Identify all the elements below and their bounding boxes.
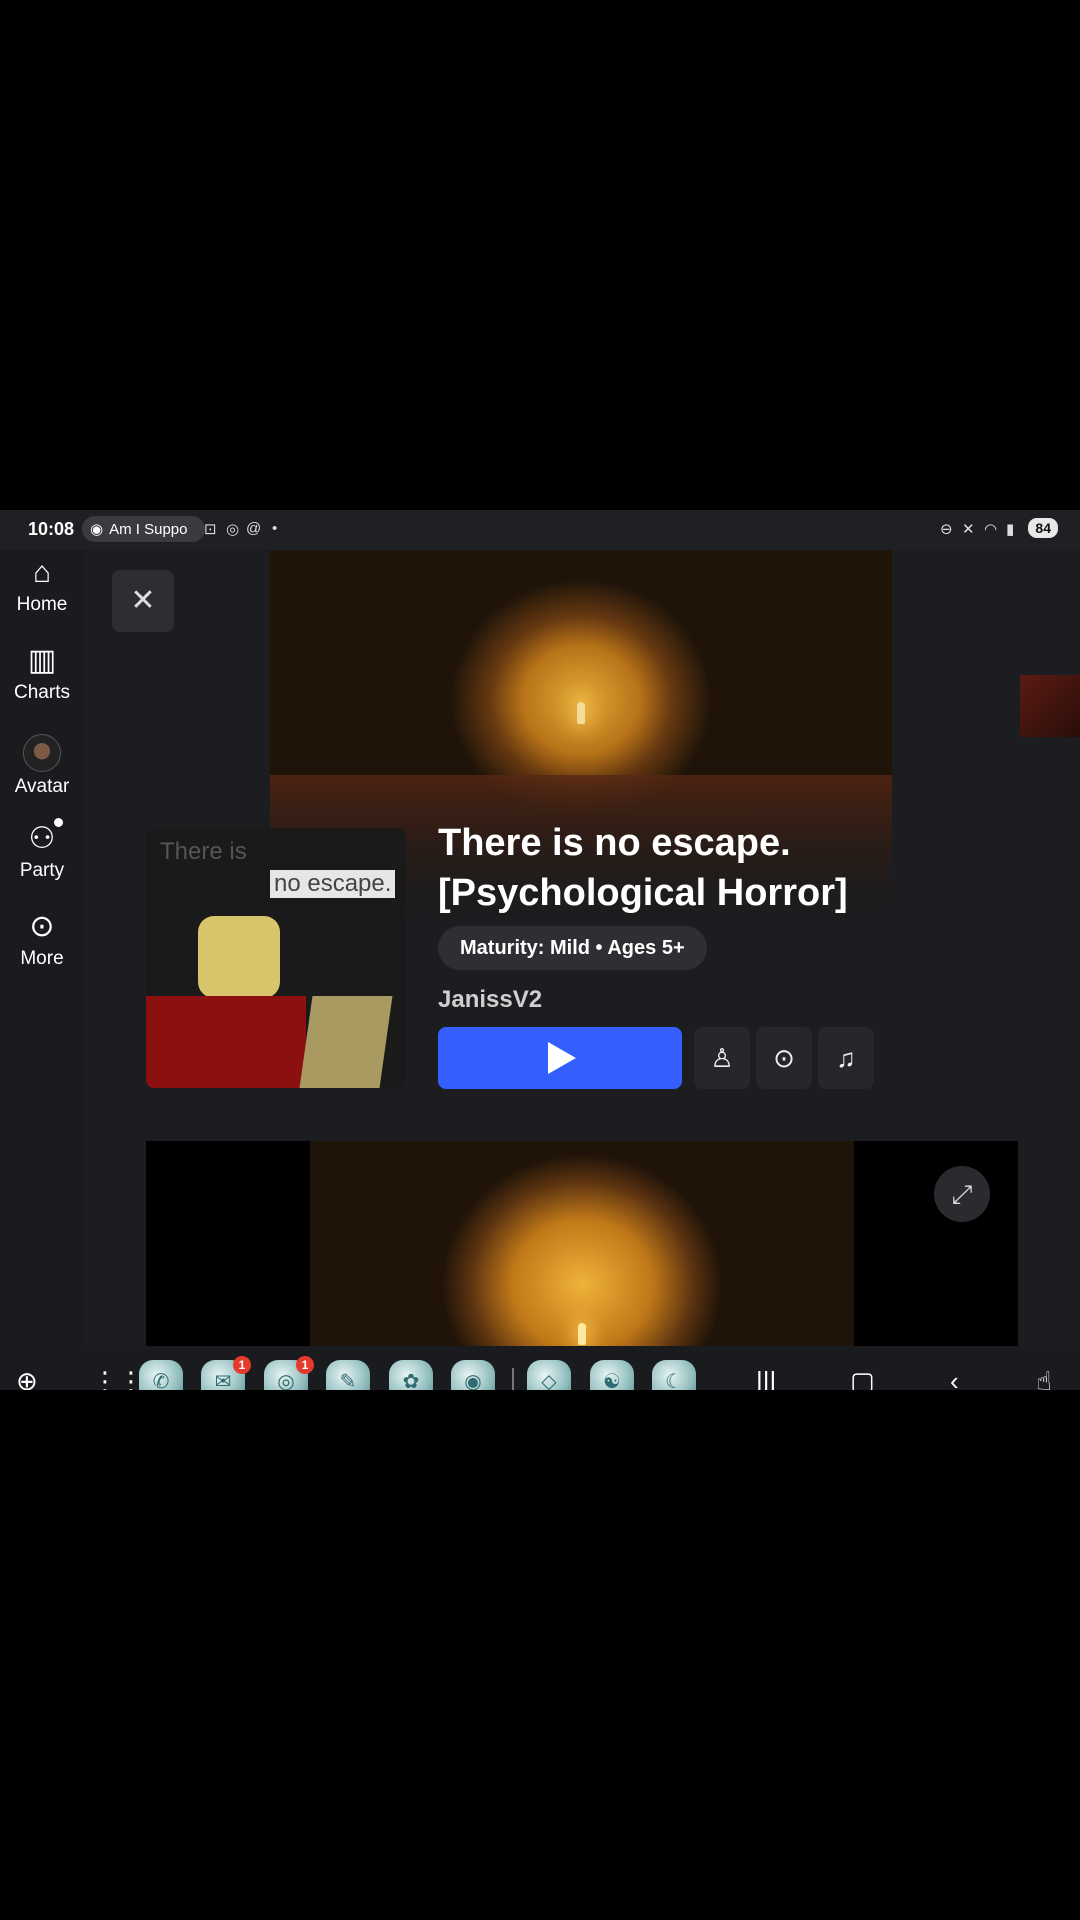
roblox-app[interactable]: ◇ (527, 1360, 571, 1390)
battery-indicator: 84 (1028, 518, 1058, 538)
thumbnail-box (299, 996, 393, 1088)
roblox-icon: ◇ (541, 1371, 557, 1390)
more-notifications-dot-icon: • (272, 520, 278, 537)
moon-app[interactable]: ☾ (652, 1360, 696, 1390)
game-title-line-1: There is no escape. (438, 822, 791, 864)
notes-icon: ✎ (339, 1371, 357, 1390)
media-candle (578, 1323, 586, 1345)
sidebar-label-charts: Charts (14, 682, 70, 703)
thumbnail-body (146, 996, 306, 1088)
do-not-disturb-icon: ⊖ (940, 521, 953, 538)
app-drawer-icon[interactable]: ⋮⋮ (92, 1366, 144, 1390)
game-title-line-2: [Psychological Horror] (438, 872, 848, 914)
invite-play-button[interactable]: ♙ (694, 1027, 750, 1089)
expand-icon: ⤢ (951, 1179, 973, 1209)
swirl-app[interactable]: ☯ (590, 1360, 634, 1390)
play-button[interactable] (438, 1027, 682, 1089)
next-game-preview[interactable] (1020, 675, 1080, 737)
media-gallery[interactable] (146, 1141, 1018, 1346)
messages-app[interactable]: ✉ 1 (201, 1356, 251, 1390)
game-title: There is no escape. [Psychological Horro… (438, 818, 978, 918)
maturity-badge[interactable]: Maturity: Mild • Ages 5+ (438, 926, 707, 970)
thumbnail-text-2: no escape. (270, 870, 396, 898)
sidebar: ⌂ Home ▥ Charts Avatar ⚇ Party ⊙ More (0, 550, 84, 1346)
back-icon[interactable]: ‹ (950, 1366, 959, 1390)
phone-icon: ✆ (152, 1371, 170, 1390)
screenshot-icon: ⊡ (204, 521, 217, 538)
avatar-icon (23, 734, 61, 772)
swirl-icon: ☯ (603, 1371, 621, 1390)
party-icon: ⚇ (28, 822, 56, 855)
home-icon: ⌂ (32, 556, 52, 589)
phone-app[interactable]: ✆ (139, 1360, 183, 1390)
moon-icon: ☾ (665, 1371, 683, 1390)
touch-lock-icon[interactable]: ☝ (1036, 1366, 1052, 1390)
close-button[interactable]: ✕ (112, 570, 174, 632)
gallery-app[interactable]: ✿ (389, 1360, 433, 1390)
more-options-button[interactable]: ⊙ (756, 1027, 812, 1089)
messages-badge: 1 (233, 1356, 251, 1374)
camera-icon: ◉ (464, 1371, 482, 1390)
candle-flame (577, 702, 585, 724)
status-time: 10:08 (28, 519, 75, 539)
sidebar-item-avatar[interactable]: Avatar (0, 734, 84, 798)
spotify-icon: ◉ (90, 521, 104, 538)
camera-app[interactable]: ◉ (451, 1360, 495, 1390)
creator-name[interactable]: JanissV2 (438, 986, 542, 1014)
threads-icon: @ (246, 520, 262, 537)
sidebar-label-avatar: Avatar (14, 776, 70, 797)
media-title: Am I Suppo (109, 520, 188, 538)
sidebar-item-home[interactable]: ⌂ Home (0, 556, 84, 616)
sidebar-item-more[interactable]: ⊙ More (0, 910, 84, 970)
thumbnail-head (198, 916, 280, 998)
chrome-icon: ◎ (226, 521, 240, 538)
more-icon: ⊙ (29, 910, 55, 943)
play-icon (548, 1042, 576, 1074)
sidebar-label-more: More (20, 948, 64, 969)
status-bar: 10:08 ◉ Am I Suppo ⊡ ◎ @ • ⊖ ✕ ◠ ▮ 84 (0, 510, 1080, 550)
game-thumbnail: There is no escape. (146, 828, 406, 1088)
expand-media-button[interactable]: ⤢ (934, 1166, 990, 1222)
notification-bell-icon: ♫ (836, 1043, 856, 1073)
sidebar-item-party[interactable]: ⚇ Party (0, 818, 84, 882)
home-nav-icon[interactable]: ▢ (850, 1366, 875, 1390)
sidebar-label-party: Party (19, 860, 65, 881)
close-icon: ✕ (130, 584, 156, 617)
media-image (310, 1141, 854, 1346)
wifi-icon: ◠ (984, 521, 998, 538)
notify-button[interactable]: ♫ (818, 1027, 874, 1089)
thumbnail-text-1: There is (160, 838, 247, 865)
signal-icon: ▮ (1006, 521, 1015, 538)
party-notification-dot (54, 818, 63, 827)
taskbar-divider (512, 1368, 514, 1390)
more-options-icon: ⊙ (773, 1043, 795, 1073)
chrome-app[interactable]: ◎ 1 (264, 1356, 314, 1390)
media-notification-chip[interactable]: ◉ Am I Suppo (82, 516, 205, 542)
chrome-badge: 1 (296, 1356, 314, 1374)
taskbar: ⊕ ⋮⋮ ✆ ✉ 1 ◎ 1 ✎ ✿ ◉ ◇ ☯ ☾ ||| ▢ ‹ ☝ (0, 1346, 1080, 1390)
game-launcher-icon[interactable]: ⊕ (16, 1366, 38, 1390)
flower-icon: ✿ (402, 1371, 420, 1390)
notes-app[interactable]: ✎ (326, 1360, 370, 1390)
invite-play-icon: ♙ (710, 1043, 734, 1073)
sidebar-item-charts[interactable]: ▥ Charts (0, 644, 84, 704)
sidebar-label-home: Home (16, 594, 68, 615)
app-screen: 10:08 ◉ Am I Suppo ⊡ ◎ @ • ⊖ ✕ ◠ ▮ 84 ⌂ … (0, 510, 1080, 1390)
recent-apps-icon[interactable]: ||| (756, 1366, 776, 1390)
mute-icon: ✕ (962, 521, 975, 538)
charts-icon: ▥ (27, 644, 57, 677)
